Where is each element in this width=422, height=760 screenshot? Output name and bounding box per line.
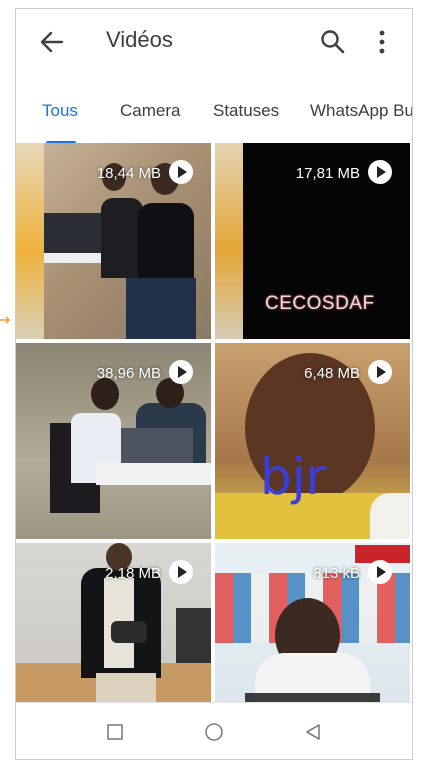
back-arrow-icon[interactable] <box>38 28 66 56</box>
file-size-label: 6,48 MB <box>304 365 360 382</box>
video-thumbnail[interactable]: CECOSDAF 17,81 MB <box>215 143 410 339</box>
app-window: Vidéos Tous Camera Statuses WhatsApp Bu <box>15 8 413 760</box>
home-icon[interactable] <box>203 721 225 743</box>
tab-whatsapp-business[interactable]: WhatsApp Bu <box>310 101 412 121</box>
page-title: Vidéos <box>106 27 173 52</box>
play-icon <box>368 560 392 584</box>
video-thumbnail[interactable]: 813 kB <box>215 543 410 713</box>
file-size-label: 813 kB <box>313 565 360 582</box>
top-app-bar: Vidéos <box>16 9 412 73</box>
tab-bar: Tous Camera Statuses WhatsApp Bu <box>16 93 412 145</box>
video-thumbnail[interactable]: bjr 6,48 MB <box>215 343 410 539</box>
file-size-label: 2,18 MB <box>105 565 161 582</box>
edge-marker-icon <box>0 316 11 324</box>
tab-camera[interactable]: Camera <box>120 101 180 121</box>
recent-apps-icon[interactable] <box>104 721 126 743</box>
file-size-label: 17,81 MB <box>295 165 360 182</box>
play-icon <box>169 560 193 584</box>
video-grid: 18,44 MB CECOSDAF 17,81 MB 38,96 MB bjr … <box>16 143 412 713</box>
play-icon <box>169 360 193 384</box>
tab-statuses[interactable]: Statuses <box>213 101 279 121</box>
play-icon <box>368 160 392 184</box>
tab-tous[interactable]: Tous <box>42 101 78 121</box>
more-options-icon[interactable] <box>372 27 392 57</box>
video-overlay-text: CECOSDAF <box>265 293 375 314</box>
search-icon[interactable] <box>318 27 348 57</box>
video-thumbnail[interactable]: 38,96 MB <box>16 343 211 539</box>
file-size-label: 18,44 MB <box>96 165 161 182</box>
video-overlay-text: bjr <box>260 448 327 506</box>
play-icon <box>169 160 193 184</box>
back-nav-icon[interactable] <box>302 721 324 743</box>
file-size-label: 38,96 MB <box>96 365 161 382</box>
video-thumbnail[interactable]: 2,18 MB <box>16 543 211 713</box>
play-icon <box>368 360 392 384</box>
system-navigation-bar <box>16 702 412 759</box>
video-thumbnail[interactable]: 18,44 MB <box>16 143 211 339</box>
